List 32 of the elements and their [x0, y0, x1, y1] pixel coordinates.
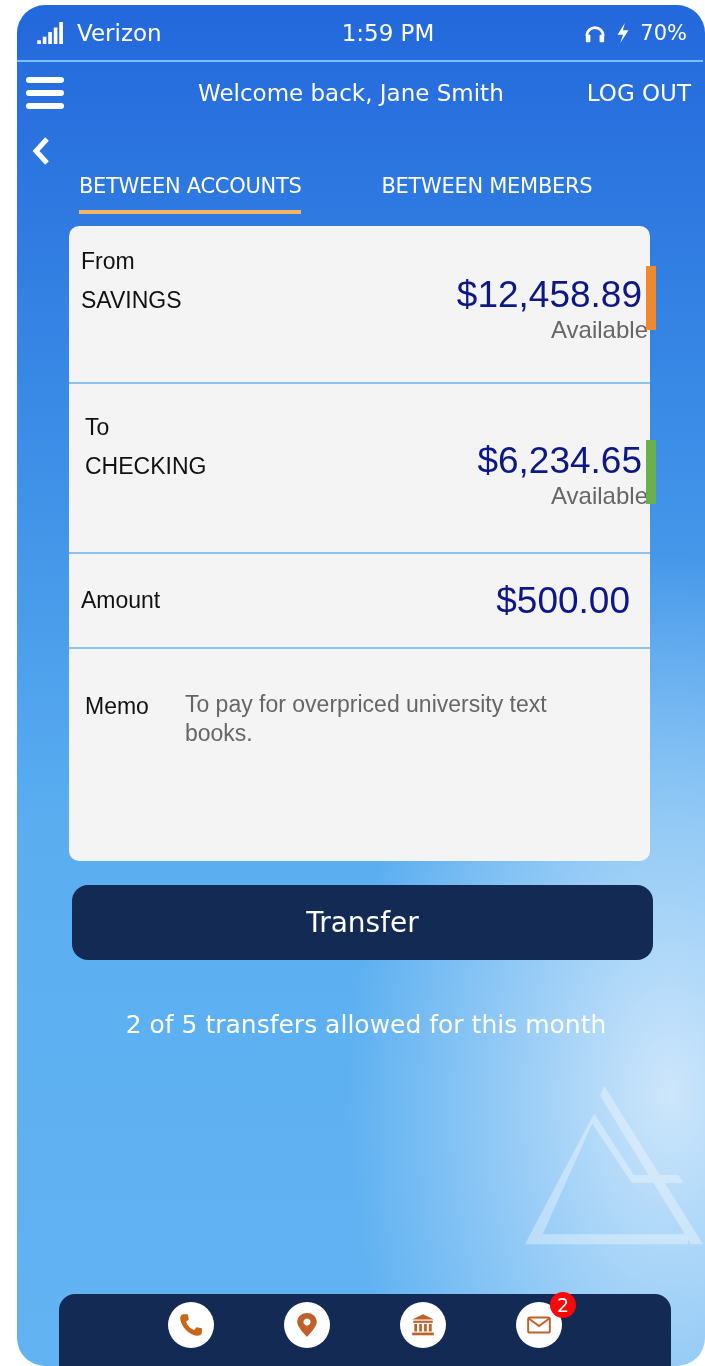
location-pin-icon — [294, 1312, 320, 1338]
bank-button[interactable] — [400, 1302, 446, 1348]
field-label: To — [85, 414, 111, 441]
logout-link[interactable]: LOG OUT — [586, 80, 691, 106]
balance-note: Available — [551, 316, 648, 344]
phone-button[interactable] — [168, 1302, 214, 1348]
notification-badge: 2 — [550, 1292, 576, 1318]
carrier-name: Verizon — [77, 19, 162, 46]
field-label: Memo — [85, 693, 149, 721]
memo-field[interactable]: To pay for overpriced university text books. — [184, 690, 584, 861]
field-label: Amount — [81, 587, 161, 614]
amount-field[interactable]: Amount $500.00 — [69, 554, 650, 649]
account-balance: $12,458.89 — [456, 274, 642, 316]
battery-level: 70% — [640, 20, 687, 45]
balance-note: Available — [551, 482, 648, 510]
clock: 1:59 PM — [341, 19, 435, 46]
account-balance: $6,234.65 — [477, 440, 642, 482]
phone-icon — [178, 1312, 204, 1338]
field-label: From — [81, 248, 136, 275]
account-name: CHECKING — [85, 453, 207, 480]
menu-icon[interactable] — [26, 77, 64, 109]
bank-icon — [410, 1312, 436, 1338]
amount-value: $500.00 — [496, 579, 630, 622]
back-icon[interactable] — [31, 136, 51, 166]
location-button[interactable] — [284, 1302, 330, 1348]
tab[interactable]: BETWEEN MEMBERS — [381, 168, 593, 214]
tab[interactable]: BETWEEN ACCOUNTS — [79, 168, 302, 214]
signal-icon — [37, 21, 65, 44]
account-name: SAVINGS — [81, 287, 182, 314]
welcome-text: Welcome back, Jane Smith — [198, 80, 505, 106]
transfer-limit-text: 2 of 5 transfers allowed for this month — [124, 1010, 608, 1039]
transfer-button[interactable]: Transfer — [72, 885, 653, 960]
